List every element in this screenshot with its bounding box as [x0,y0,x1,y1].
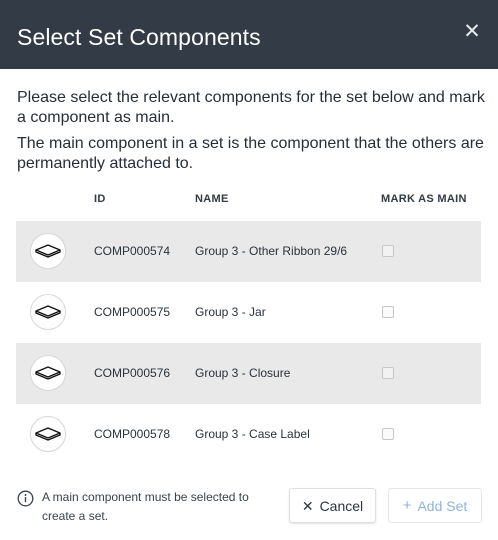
dialog-title: Select Set Components [17,24,261,50]
component-thumbnail [30,355,66,391]
table-row: COMP000578 Group 3 - Case Label [16,404,481,465]
label-shape-icon [35,305,61,319]
add-set-button[interactable]: + Add Set [388,488,482,523]
table-row: COMP000574 Group 3 - Other Ribbon 29/6 [16,221,481,282]
component-id: COMP000575 [94,305,171,319]
plus-icon: + [402,496,412,514]
table-row: COMP000575 Group 3 - Jar [16,282,481,343]
component-name: Group 3 - Jar [195,305,266,319]
column-header-main: MARK AS MAIN [381,193,467,205]
label-shape-icon [35,244,61,258]
component-thumbnail [30,416,66,452]
x-icon: ✕ [301,497,314,514]
footer-note: A main component must be selected to cre… [17,488,277,526]
component-thumbnail [30,294,66,330]
info-icon [17,490,34,507]
table-row: COMP000576 Group 3 - Closure [16,343,481,404]
component-name: Group 3 - Closure [195,366,291,380]
intro-text-2: The main component in a set is the compo… [17,135,484,172]
component-id: COMP000578 [94,427,171,441]
add-set-button-label: Add Set [417,497,468,514]
component-id: COMP000574 [94,244,171,258]
cancel-button-label: Cancel [319,497,364,514]
cancel-button[interactable]: ✕ Cancel [289,488,376,523]
footer-note-text: A main component must be selected to cre… [42,490,249,523]
label-shape-icon [35,366,61,380]
intro-text-1: Please select the relevant components fo… [17,89,485,126]
dialog-header: Select Set Components ✕ [0,0,498,69]
component-thumbnail [30,233,66,269]
mark-as-main-checkbox[interactable] [382,428,394,440]
label-shape-icon [35,427,61,441]
column-header-name: NAME [195,193,229,205]
components-table: COMP000574 Group 3 - Other Ribbon 29/6 C… [16,221,481,465]
component-name: Group 3 - Other Ribbon 29/6 [195,244,348,258]
dialog-intro: Please select the relevant components fo… [17,88,485,180]
mark-as-main-checkbox[interactable] [382,245,394,257]
mark-as-main-checkbox[interactable] [382,367,394,379]
column-header-id: ID [94,193,106,205]
mark-as-main-checkbox[interactable] [382,306,394,318]
component-id: COMP000576 [94,366,171,380]
component-name: Group 3 - Case Label [195,427,310,441]
close-icon[interactable]: ✕ [462,21,482,42]
